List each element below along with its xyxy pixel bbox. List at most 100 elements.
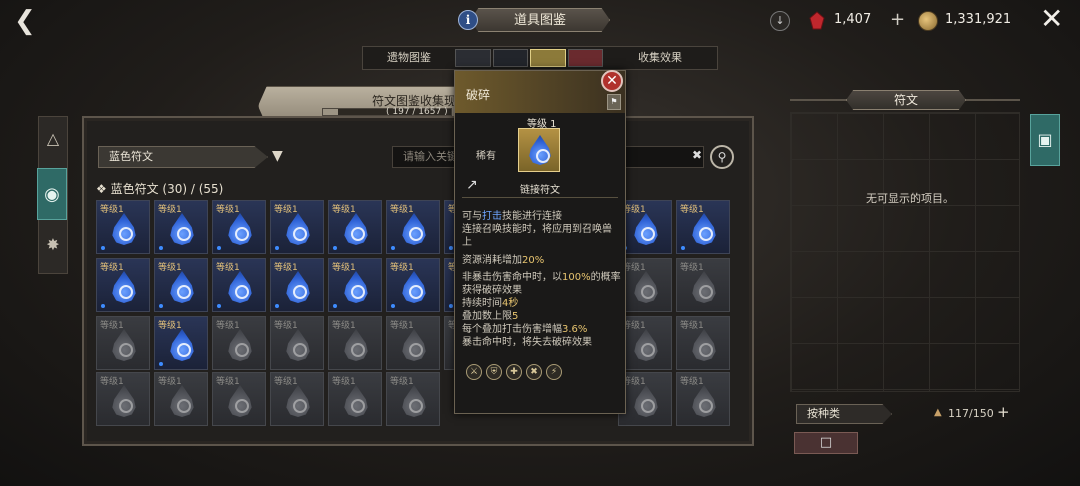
rune-slot[interactable]: 等级1 — [328, 372, 382, 426]
skill-slash-icon[interactable]: ✚ — [506, 364, 522, 380]
skill-crossed-icon[interactable]: ✖ — [526, 364, 542, 380]
owned-indicator — [217, 304, 221, 308]
rune-filter-select[interactable]: 蓝色符文 — [98, 146, 268, 168]
rune-slot[interactable]: 等级1 — [212, 372, 266, 426]
info-icon[interactable]: i — [458, 10, 478, 30]
eff-text: 的概率 — [590, 272, 621, 283]
rune-drop-icon — [228, 329, 252, 361]
rune-slot[interactable]: 等级1 — [212, 316, 266, 370]
clear-search-icon[interactable]: ✖ — [692, 148, 702, 162]
rune-slot[interactable]: 等级1 — [154, 316, 208, 370]
tab-collection-effect[interactable]: 收集效果 — [603, 47, 717, 69]
rune-slot[interactable]: 等级1 — [96, 316, 150, 370]
gear-item-icon[interactable]: ✸ — [40, 228, 66, 262]
rune-drop-icon — [634, 271, 658, 303]
sort-by-type-button[interactable]: 按种类 — [796, 404, 892, 424]
rune-level-label: 等级1 — [274, 377, 298, 387]
rune-slot[interactable]: 等级1 — [618, 258, 672, 312]
rune-card-tab-icon[interactable]: ▣ — [1030, 114, 1060, 166]
owned-indicator — [159, 362, 163, 366]
rune-level-label: 等级1 — [390, 205, 414, 215]
rune-slot[interactable]: 等级1 — [154, 200, 208, 254]
capacity-icon: ▲ — [934, 407, 942, 418]
swatch-red[interactable] — [567, 49, 603, 67]
rune-slot[interactable]: 等级1 — [270, 200, 324, 254]
rune-slot[interactable]: 等级1 — [328, 258, 382, 312]
swatch-darker[interactable] — [492, 49, 528, 67]
back-arrow-icon[interactable]: ❮ — [14, 8, 38, 34]
rune-level-label: 等级1 — [216, 377, 240, 387]
download-icon[interactable]: ↓ — [770, 11, 790, 31]
add-currency-icon[interactable]: + — [890, 9, 905, 30]
eff-value: 4秒 — [502, 298, 519, 309]
rune-slot[interactable]: 等级1 — [386, 372, 440, 426]
rune-slot[interactable]: 等级1 — [96, 200, 150, 254]
rune-slot[interactable]: 等级1 — [676, 372, 730, 426]
rune-slot[interactable]: 等级1 — [96, 372, 150, 426]
close-icon[interactable]: ✕ — [1040, 4, 1063, 34]
rune-level-label: 等级1 — [158, 205, 182, 215]
gold-count: 1,331,921 — [945, 12, 1012, 27]
tooltip-effect-1: 非暴击伤害命中时，以100%的概率 — [462, 271, 621, 284]
rune-slot[interactable]: 等级1 — [154, 258, 208, 312]
rune-slot[interactable]: 等级1 — [96, 258, 150, 312]
rune-slot[interactable]: 等级1 — [618, 200, 672, 254]
helmet-icon[interactable]: △ — [40, 122, 66, 156]
tab-relic-codex[interactable]: 遗物图鉴 — [363, 47, 455, 69]
rune-drop-icon — [286, 271, 310, 303]
desc-highlight: 打击 — [482, 211, 502, 222]
capacity-count: 117/150 — [948, 407, 994, 420]
tooltip-desc-1: 可与打击技能进行连接 — [462, 210, 562, 223]
rune-slot[interactable]: 等级1 — [270, 316, 324, 370]
rune-slot[interactable]: 等级1 — [386, 316, 440, 370]
rune-slot[interactable]: 等级1 — [676, 200, 730, 254]
swatch-dark[interactable] — [455, 49, 491, 67]
rune-level-label: 等级1 — [274, 263, 298, 273]
tooltip-rune-type: 链接符文 — [520, 185, 560, 196]
tooltip-effect-6: 暴击命中时，将失去破碎效果 — [462, 337, 592, 348]
rune-slot[interactable]: 等级1 — [676, 258, 730, 312]
skill-shield-icon[interactable]: ⛨ — [486, 364, 502, 380]
rune-slot[interactable]: 等级1 — [270, 372, 324, 426]
rune-slot[interactable]: 等级1 — [328, 316, 382, 370]
rune-slot[interactable]: 等级1 — [618, 316, 672, 370]
rune-drop-icon — [170, 385, 194, 417]
rune-drop-icon — [402, 385, 426, 417]
rune-slot[interactable]: 等级1 — [386, 200, 440, 254]
expand-capacity-icon[interactable]: + — [997, 403, 1010, 421]
desc-text: 可与 — [462, 211, 482, 222]
rune-drop-icon — [286, 385, 310, 417]
filter-funnel-icon[interactable]: ▼ — [272, 148, 288, 164]
rune-book-icon[interactable]: ◉ — [37, 168, 67, 220]
rune-slot[interactable]: 等级1 — [154, 372, 208, 426]
rune-slot[interactable]: 等级1 — [618, 372, 672, 426]
bookmark-icon[interactable]: ⚑ — [607, 94, 621, 110]
magnifier-icon[interactable]: ⚲ — [710, 145, 734, 169]
rune-slot[interactable]: 等级1 — [328, 200, 382, 254]
rune-drop-icon — [170, 329, 194, 361]
rune-drop-icon — [112, 385, 136, 417]
rune-drop-icon — [228, 271, 252, 303]
box-icon[interactable]: □ — [794, 432, 858, 454]
swatch-gold[interactable] — [530, 49, 566, 67]
tooltip-rarity: 稀有 — [476, 151, 496, 162]
cost-text: 资源消耗增加 — [462, 255, 522, 266]
share-icon[interactable]: ↗ — [466, 177, 478, 193]
rune-slot[interactable]: 等级1 — [676, 316, 730, 370]
eff-text: 叠加数上限 — [462, 311, 512, 322]
rune-slot[interactable]: 等级1 — [212, 200, 266, 254]
tooltip-skill-icons: ⚔ ⛨ ✚ ✖ ⚡ — [466, 364, 562, 380]
skill-bolt-icon[interactable]: ⚡ — [546, 364, 562, 380]
owned-indicator — [449, 246, 453, 250]
rune-slot[interactable]: 等级1 — [386, 258, 440, 312]
rune-drop-icon — [344, 329, 368, 361]
rune-drop-icon — [344, 271, 368, 303]
red-gem-count: 1,407 — [834, 12, 872, 27]
rune-drop-icon — [228, 385, 252, 417]
rune-level-label: 等级1 — [274, 205, 298, 215]
tooltip-close-icon[interactable]: ✕ — [601, 70, 623, 92]
skill-strike-icon[interactable]: ⚔ — [466, 364, 482, 380]
rune-slot[interactable]: 等级1 — [212, 258, 266, 312]
rune-slot[interactable]: 等级1 — [270, 258, 324, 312]
rune-slot-grid — [790, 112, 1020, 392]
